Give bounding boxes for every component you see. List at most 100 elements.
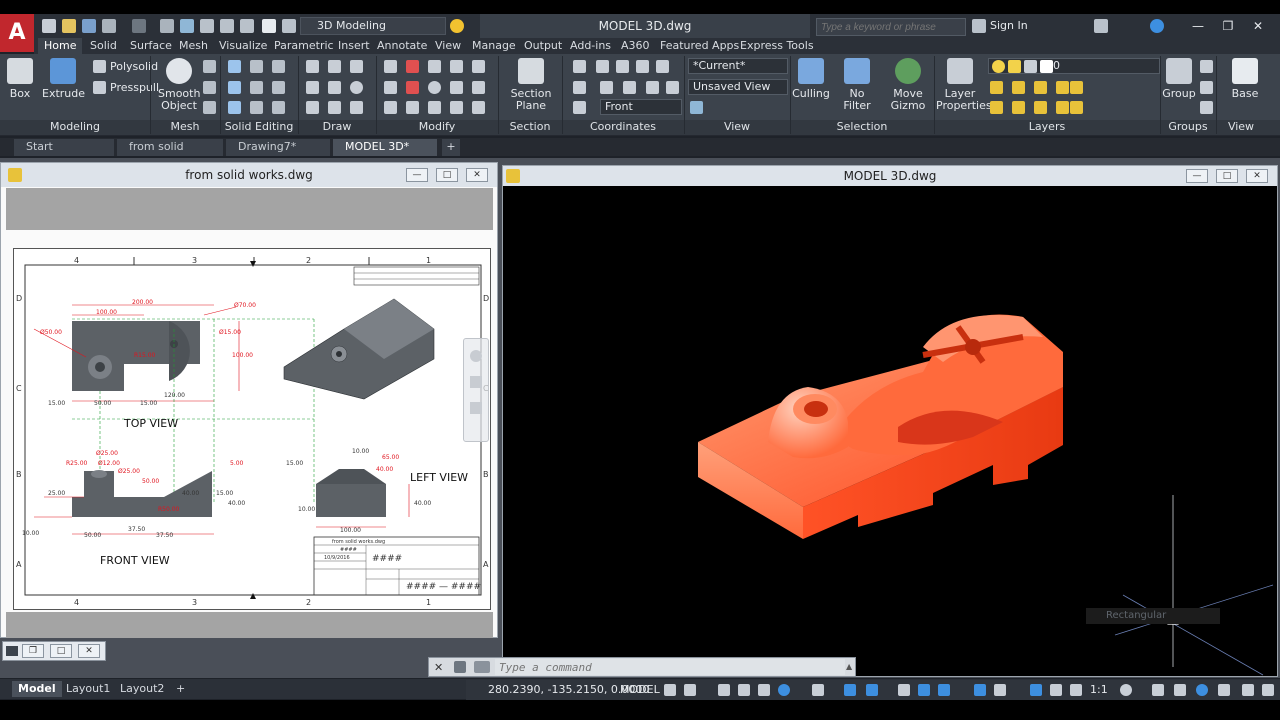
tab-visualize[interactable]: Visualize [213, 38, 273, 54]
modify-tool-icon[interactable] [428, 101, 441, 114]
gizmo-toggle-icon[interactable] [974, 684, 986, 696]
solid-edit-icon[interactable] [250, 101, 263, 114]
command-input[interactable] [495, 659, 845, 675]
ucs-icon[interactable] [666, 81, 679, 94]
mesh-tool-icon[interactable] [203, 60, 216, 73]
sign-in-link[interactable]: Sign In [990, 19, 1028, 32]
tab-featured-apps[interactable]: Featured Apps [654, 38, 745, 54]
panel-section[interactable]: Section [498, 120, 562, 135]
modify-tool-icon[interactable] [384, 81, 397, 94]
ucs-icon[interactable] [600, 81, 613, 94]
section-plane-button[interactable]: Section Plane [508, 58, 554, 112]
modify-tool-icon[interactable] [406, 81, 419, 94]
viewport-icon[interactable] [690, 101, 703, 114]
layer-tool-icon[interactable] [1056, 81, 1069, 94]
workspace-gear-icon[interactable] [1120, 684, 1132, 696]
tab-insert[interactable]: Insert [332, 38, 376, 54]
annotation-scale-select[interactable]: 1:1 [1090, 683, 1108, 696]
ucs-icon[interactable] [596, 60, 609, 73]
layer-tool-icon[interactable] [990, 101, 1003, 114]
infer-icon[interactable] [718, 684, 730, 696]
pan-icon[interactable] [470, 376, 482, 388]
tab-solid[interactable]: Solid [84, 38, 123, 54]
filter-icon[interactable] [994, 684, 1006, 696]
panel-mesh[interactable]: Mesh [150, 120, 220, 135]
culling-button[interactable]: Culling [792, 58, 830, 100]
panel-groups[interactable]: Groups [1160, 120, 1216, 135]
modify-tool-icon[interactable] [472, 101, 485, 114]
new-tab-button[interactable]: + [442, 139, 460, 156]
dynamic-input-icon[interactable] [738, 684, 750, 696]
minimized-restore-button[interactable]: ❐ [22, 644, 44, 658]
undo-icon[interactable] [102, 19, 116, 33]
3d-osnap-icon[interactable] [866, 684, 878, 696]
layer-properties-button[interactable]: Layer Properties [936, 58, 992, 112]
solid-edit-icon[interactable] [250, 81, 263, 94]
plot-icon[interactable] [200, 19, 214, 33]
new-file-icon[interactable] [42, 19, 56, 33]
move-gizmo-button[interactable]: Move Gizmo [886, 58, 930, 112]
lineweight-icon[interactable] [898, 684, 910, 696]
move-icon[interactable] [428, 60, 441, 73]
command-prompt-icon[interactable] [474, 661, 490, 673]
selection-cycling-icon[interactable] [938, 684, 950, 696]
left-maximize-button[interactable]: □ [436, 168, 458, 182]
rectangle-icon[interactable] [328, 101, 341, 114]
box-button[interactable]: Box [4, 58, 36, 100]
solid-edit-icon[interactable] [250, 60, 263, 73]
group-tool-icon[interactable] [1200, 81, 1213, 94]
close-command-icon[interactable]: ✕ [434, 661, 443, 674]
add-icon[interactable] [1152, 684, 1164, 696]
ucs-icon[interactable] [636, 60, 649, 73]
tab-home[interactable]: Home [38, 38, 83, 54]
layout-tab-layout2[interactable]: Layout2 [114, 681, 170, 697]
add-layout-button[interactable]: + [170, 681, 191, 697]
polyline-icon[interactable] [306, 81, 319, 94]
panel-view-drawing[interactable]: View [1216, 120, 1266, 135]
solid-edit-icon[interactable] [272, 60, 285, 73]
modify-tool-icon[interactable] [450, 101, 463, 114]
save-as-icon[interactable] [160, 19, 174, 33]
subtract-icon[interactable] [228, 81, 241, 94]
solid-edit-icon[interactable] [272, 81, 285, 94]
base-view-button[interactable]: Base [1228, 58, 1262, 100]
snap-icon[interactable] [684, 684, 696, 696]
layer-tool-icon[interactable] [1056, 101, 1069, 114]
isodraft-icon[interactable] [812, 684, 824, 696]
solid-edit-icon[interactable] [272, 101, 285, 114]
layout-tab-model[interactable]: Model [12, 681, 62, 697]
tab-express-tools[interactable]: Express Tools [734, 38, 820, 54]
tab-parametric[interactable]: Parametric [268, 38, 340, 54]
dropdown-icon[interactable] [282, 19, 296, 33]
left-minimize-button[interactable]: — [406, 168, 428, 182]
window-list-icon[interactable] [6, 646, 18, 656]
grid-icon[interactable] [664, 684, 676, 696]
modify-tool-icon[interactable] [472, 60, 485, 73]
panel-selection[interactable]: Selection [790, 120, 934, 135]
tab-a360[interactable]: A360 [615, 38, 656, 54]
transparency-icon[interactable] [918, 684, 930, 696]
panel-coordinates[interactable]: Coordinates [562, 120, 684, 135]
tab-view[interactable]: View [429, 38, 467, 54]
no-filter-button[interactable]: No Filter [836, 58, 878, 112]
properties-icon[interactable] [1242, 684, 1254, 696]
named-view-select[interactable]: Unsaved View [688, 79, 788, 95]
model-viewport[interactable] [503, 187, 1277, 676]
osnap-icon[interactable] [844, 684, 856, 696]
right-minimize-button[interactable]: — [1186, 169, 1208, 183]
open-folder-icon[interactable] [62, 19, 76, 33]
sun-icon[interactable] [450, 19, 464, 33]
panel-view[interactable]: View [684, 120, 790, 135]
annotation-scale-icon[interactable] [1070, 684, 1082, 696]
user-icon[interactable] [972, 19, 986, 33]
ucs-view-select[interactable]: Front [600, 99, 682, 115]
minimize-window-button[interactable]: — [1184, 16, 1212, 36]
tab-output[interactable]: Output [518, 38, 568, 54]
cart-icon[interactable] [1094, 19, 1108, 33]
right-close-button[interactable]: ✕ [1246, 169, 1268, 183]
modify-tool-icon[interactable] [406, 101, 419, 114]
tab-surface[interactable]: Surface [124, 38, 178, 54]
file-tab-drawing7[interactable]: Drawing7* [226, 139, 330, 156]
ucs-icon[interactable] [573, 60, 586, 73]
panel-layers[interactable]: Layers [934, 120, 1160, 135]
